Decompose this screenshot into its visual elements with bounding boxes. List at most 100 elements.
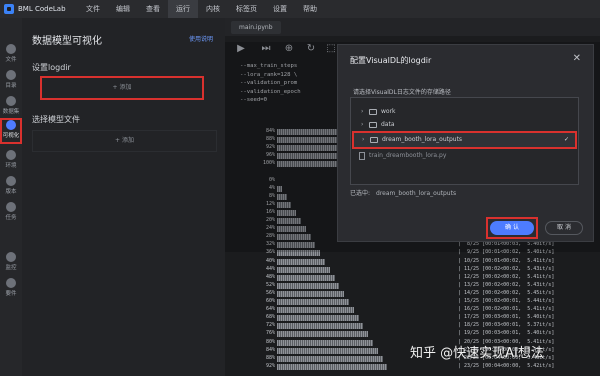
progress-percent: 88% — [265, 354, 275, 361]
cancel-button[interactable]: 取 消 — [545, 221, 583, 235]
help-link[interactable]: 使用说明 — [189, 34, 213, 43]
environment-icon — [6, 150, 16, 160]
tab-notebook[interactable]: main.ipynb — [231, 21, 281, 34]
progress-bar — [277, 323, 363, 330]
progress-percent: 72% — [265, 322, 275, 329]
progress-stats: | 12/25 [00:02<00:02, 5.41it/s] — [458, 273, 555, 280]
activity-environment[interactable]: 环境 — [0, 148, 22, 172]
menu-kernel[interactable]: 内核 — [198, 0, 228, 18]
progress-percent: 44% — [265, 265, 275, 272]
activity-toc[interactable]: 目录 — [0, 68, 22, 92]
activity-dataset[interactable]: 数据集 — [0, 94, 22, 118]
monitor-icon — [6, 252, 16, 262]
dataset-icon — [6, 96, 16, 106]
tree-item-data[interactable]: › data — [351, 119, 578, 131]
folder-icon — [369, 122, 377, 128]
progress-bar — [277, 355, 383, 362]
activity-visualization[interactable]: 可视化 — [0, 118, 22, 144]
activity-version[interactable]: 版本 — [0, 174, 22, 198]
progress-bar — [277, 339, 373, 346]
tab-bar: main.ipynb — [225, 18, 600, 36]
progress-bar — [277, 307, 354, 314]
close-icon[interactable]: ✕ — [573, 53, 581, 64]
chevron-right-icon: › — [361, 121, 364, 128]
panel-title: 数据模型可视化 — [32, 36, 102, 47]
dialog-subtitle: 请选择VisualDL日志文件的存储路径 — [353, 89, 451, 96]
app-name: BML CodeLab — [18, 5, 66, 13]
progress-stats: | 10/25 [00:01<00:02, 5.41it/s] — [458, 257, 555, 264]
chevron-right-icon: › — [362, 136, 365, 143]
progress-bar — [277, 274, 335, 281]
menu-file[interactable]: 文件 — [78, 0, 108, 18]
progress-percent: 60% — [265, 298, 275, 304]
menu-bar: BML CodeLab 文件 编辑 查看 运行 内核 标签页 设置 帮助 — [0, 0, 600, 18]
menu-view[interactable]: 查看 — [138, 0, 168, 18]
progress-bar — [277, 258, 325, 265]
progress-bar — [277, 331, 368, 338]
folder-tree: › work › data › dream_booth_lora_outputs… — [350, 97, 579, 185]
menu-run[interactable]: 运行 — [168, 0, 198, 18]
progress-bar — [277, 315, 359, 322]
tree-item-dream-booth-lora-outputs[interactable]: › dream_booth_lora_outputs ✓ — [352, 131, 577, 149]
confirm-button[interactable]: 确 认 — [490, 221, 534, 235]
progress-bar — [277, 299, 349, 305]
progress-stats: | 16/25 [00:02<00:01, 5.41it/s] — [458, 306, 555, 313]
progress-bar — [277, 347, 378, 354]
dialog-title: 配置VisualDL的logdir — [350, 56, 432, 65]
progress-percent: 92% — [265, 362, 275, 369]
menu-tabs[interactable]: 标签页 — [228, 0, 265, 18]
progress-percent: 56% — [265, 289, 275, 296]
list-icon — [6, 70, 16, 80]
progress-stats: | 19/25 [00:03<00:01, 5.40it/s] — [458, 330, 555, 337]
add-logdir-button[interactable]: + 添加 — [40, 76, 204, 100]
activity-bar: 文件 目录 数据集 可视化 环境 版本 任务 监控 要件 — [0, 18, 22, 376]
model-section-title: 选择模型文件 — [32, 115, 80, 124]
progress-percent: 40% — [265, 257, 275, 264]
file-icon — [359, 152, 365, 160]
progress-bar — [277, 290, 344, 297]
logdir-section-title: 设置logdir — [32, 63, 71, 72]
folder-icon — [370, 137, 378, 143]
bml-logo-icon — [4, 4, 14, 14]
logdir-dialog: 配置VisualDL的logdir ✕ 请选择VisualDL日志文件的存储路径… — [337, 44, 594, 242]
menu-settings[interactable]: 设置 — [265, 0, 295, 18]
version-icon — [6, 176, 16, 186]
progress-percent: 84% — [265, 346, 275, 353]
progress-percent: 48% — [265, 273, 275, 280]
progress-percent: 68% — [265, 314, 275, 321]
progress-percent: 76% — [265, 330, 275, 337]
chevron-right-icon: › — [361, 108, 364, 115]
tree-item-train-script[interactable]: train_dreambooth_lora.py — [351, 150, 578, 162]
check-icon: ✓ — [563, 136, 569, 143]
app-logo: BML CodeLab — [0, 4, 78, 14]
visualization-panel: 数据模型可视化 使用说明 设置logdir + 添加 选择模型文件 + 添加 — [22, 18, 225, 376]
menu-edit[interactable]: 编辑 — [108, 0, 138, 18]
activity-task[interactable]: 任务 — [0, 200, 22, 224]
progress-stats: | 17/25 [00:03<00:01, 5.40it/s] — [458, 314, 555, 321]
progress-stats: | 11/25 [00:02<00:02, 5.43it/s] — [458, 265, 555, 272]
folder-icon — [369, 109, 377, 115]
add-model-button[interactable]: + 添加 — [32, 130, 217, 152]
selected-path: 已选中: dream_booth_lora_outputs — [350, 190, 457, 197]
task-icon — [6, 202, 16, 212]
visualization-icon — [6, 120, 16, 130]
progress-stats: | 23/25 [00:04<00:00, 5.42it/s] — [458, 362, 555, 369]
progress-percent: 64% — [265, 306, 275, 313]
tree-item-work[interactable]: › work — [351, 106, 578, 118]
folder-icon — [6, 44, 16, 54]
progress-bar — [277, 282, 339, 289]
progress-percent: 80% — [265, 338, 275, 345]
activity-plugin[interactable]: 要件 — [0, 276, 22, 300]
activity-monitor[interactable]: 监控 — [0, 250, 22, 274]
confirm-highlight: 确 认 — [486, 217, 538, 239]
progress-stats: | 14/25 [00:02<00:02, 5.45it/s] — [458, 289, 555, 296]
progress-percent: 52% — [265, 281, 275, 288]
progress-bar — [277, 266, 330, 273]
progress-stats: | 13/25 [00:02<00:02, 5.43it/s] — [458, 281, 555, 288]
plugin-icon — [6, 278, 16, 288]
progress-bar — [277, 363, 387, 370]
activity-files[interactable]: 文件 — [0, 42, 22, 66]
progress-stats: | 15/25 [00:02<00:01, 5.44it/s] — [458, 298, 555, 304]
menu-help[interactable]: 帮助 — [295, 0, 325, 18]
progress-stats: | 18/25 [00:03<00:01, 5.37it/s] — [458, 322, 555, 329]
